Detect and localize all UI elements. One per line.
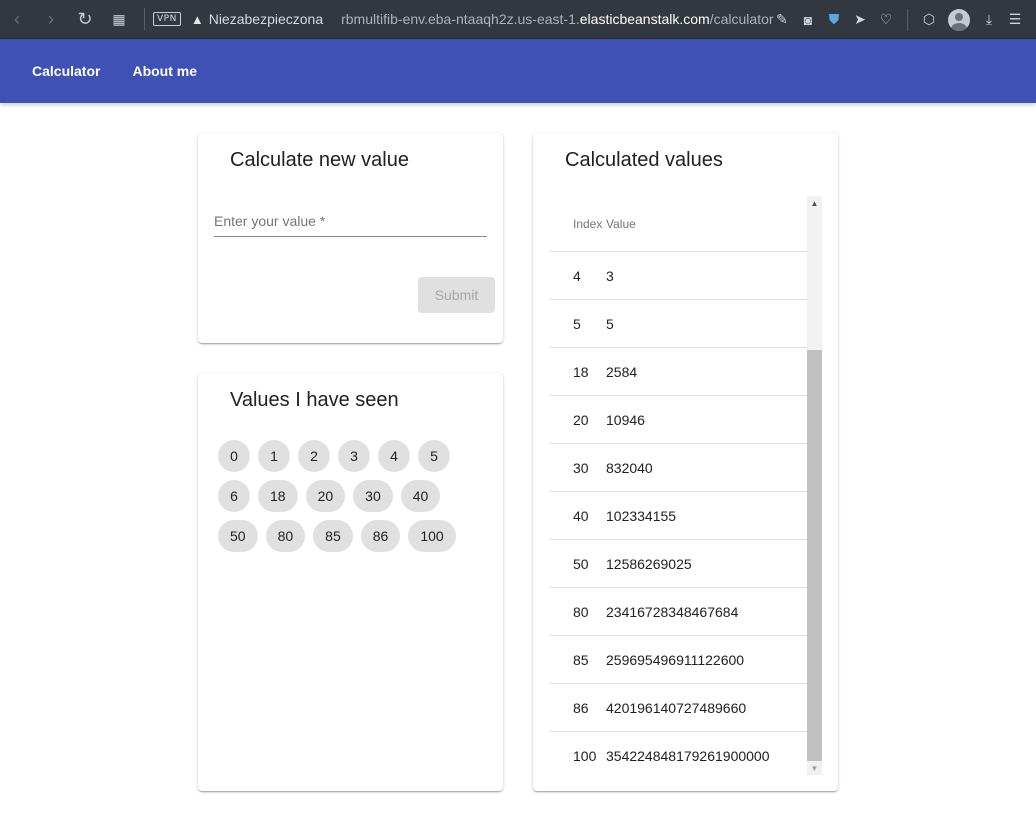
shield-icon[interactable]: ⛊ [821,0,847,39]
browser-toolbar: ‹ › ↻ ▦ VPN ▲ Niezabezpieczona rbmultifi… [0,0,1036,39]
value-chip[interactable]: 20 [305,480,346,512]
value-cell: 5 [606,315,614,332]
value-cell: 12586269025 [606,555,692,572]
reload-icon[interactable]: ↻ [68,0,102,39]
values-table[interactable]: Index Value 43 55 18 2584 20 10946 30 83204… [549,196,822,775]
table-row: 55 [549,300,822,348]
url-prefix: rbmultifib-env.eba-ntaaqh2z.us-east-1. [341,11,580,27]
seen-values-card: Values I have seen 0 1 2 3 4 5 6 18 20 3… [198,373,503,791]
index-cell: 5 [573,315,581,332]
tabs-grid-icon[interactable]: ▦ [102,0,136,39]
value-chip[interactable]: 86 [360,520,401,552]
value-cell: 102334155 [606,507,677,524]
value-cell: 832040 [606,459,653,476]
value-cell: 259695496911122600 [606,651,745,668]
value-input-wrapper [214,209,487,237]
value-chip[interactable]: 30 [353,480,393,512]
value-chip[interactable]: 0 [218,440,250,472]
toolbar-divider [907,8,908,31]
table-header: Index Value [549,196,822,252]
avatar[interactable] [948,8,970,31]
url-domain: elasticbeanstalk.com [579,11,710,27]
value-cell: 2584 [606,363,638,380]
url-path: /calculator [709,11,774,27]
back-icon[interactable]: ‹ [0,0,34,39]
index-cell: 85 [573,651,589,668]
security-status[interactable]: Niezabezpieczona [209,11,323,27]
scroll-thumb[interactable] [807,350,822,761]
toolbar-actions: ✎ ◙ ⛊ ➤ ♡ ⬡ ⤓ ☰ [769,0,1028,39]
value-chip[interactable]: 1 [258,440,290,472]
send-icon[interactable]: ➤ [847,0,873,39]
calculated-values-title: Calculated values [565,149,723,171]
table-row: 20 10946 [549,396,822,444]
value-cell: 420196140727489660 [606,699,747,716]
app-header: Calculator About me [0,39,1036,103]
scroll-down-icon[interactable]: ▼ [807,761,822,775]
calculated-values-card: Calculated values Index Value 43 55 18 25… [533,133,838,791]
nav-calculator[interactable]: Calculator [32,63,100,79]
value-chip[interactable]: 6 [218,480,250,512]
camera-icon[interactable]: ◙ [795,0,821,39]
submit-button[interactable]: Submit [418,277,495,313]
chip-row: 0 1 2 3 4 5 [218,440,478,472]
index-cell: 80 [573,603,589,620]
index-cell: 50 [573,555,589,572]
table-row: 43 [549,252,822,300]
address-bar[interactable]: rbmultifib-env.eba-ntaaqh2z.us-east-1.el… [341,11,773,27]
table-row: 85 259695496911122600 [549,636,822,684]
value-input[interactable] [214,209,487,229]
edit-icon[interactable]: ✎ [769,0,795,39]
menu-icon[interactable]: ☰ [1002,0,1028,39]
calculate-card: Calculate new value Submit [198,133,503,343]
value-chip[interactable]: 3 [338,440,370,472]
index-cell: 40 [573,507,589,524]
table-row: 86 420196140727489660 [549,684,822,732]
toolbar-divider [144,8,145,30]
value-cell: 354224848179261900000 [606,747,770,764]
table-row: 80 23416728348467684 [549,588,822,636]
value-cell: 10946 [606,411,645,428]
vpn-badge[interactable]: VPN [153,12,181,26]
table-scrollbar[interactable]: ▲ ▼ [807,196,822,775]
seen-values-chips: 0 1 2 3 4 5 6 18 20 30 40 50 80 85 86 10… [218,440,478,560]
table-row: 18 2584 [549,348,822,396]
index-cell: 100 [573,747,597,764]
index-cell: 20 [573,411,589,428]
table-row: 50 12586269025 [549,540,822,588]
table-row: 100 354224848179261900000 [549,732,822,775]
scroll-up-icon[interactable]: ▲ [807,196,822,210]
value-chip[interactable]: 5 [418,440,450,472]
table-row: 40 102334155 [549,492,822,540]
nav-about[interactable]: About me [132,63,197,79]
warning-icon: ▲ [190,11,204,27]
forward-icon[interactable]: › [34,0,68,39]
calculate-card-title: Calculate new value [230,149,409,171]
index-cell: 86 [573,699,589,716]
value-chip[interactable]: 80 [265,520,306,552]
chip-row: 6 18 20 30 40 [218,480,478,512]
value-chip[interactable]: 4 [378,440,410,472]
value-chip[interactable]: 2 [298,440,330,472]
index-cell: 4 [573,267,581,284]
chip-row: 50 80 85 86 100 [218,520,478,552]
value-cell: 3 [606,267,614,284]
heart-icon[interactable]: ♡ [873,0,899,39]
seen-values-title: Values I have seen [230,389,399,411]
table-row: 30 832040 [549,444,822,492]
download-icon[interactable]: ⤓ [976,0,1002,39]
value-chip[interactable]: 50 [218,520,258,552]
cube-icon[interactable]: ⬡ [916,0,942,39]
column-header-index[interactable]: Index [549,217,606,231]
value-chip[interactable]: 85 [313,520,353,552]
index-cell: 18 [573,363,589,380]
value-chip[interactable]: 40 [400,480,441,512]
column-header-value[interactable]: Value [606,217,822,231]
value-cell: 23416728348467684 [606,603,739,620]
index-cell: 30 [573,459,589,476]
value-chip[interactable]: 100 [408,520,456,552]
value-chip[interactable]: 18 [258,480,298,512]
